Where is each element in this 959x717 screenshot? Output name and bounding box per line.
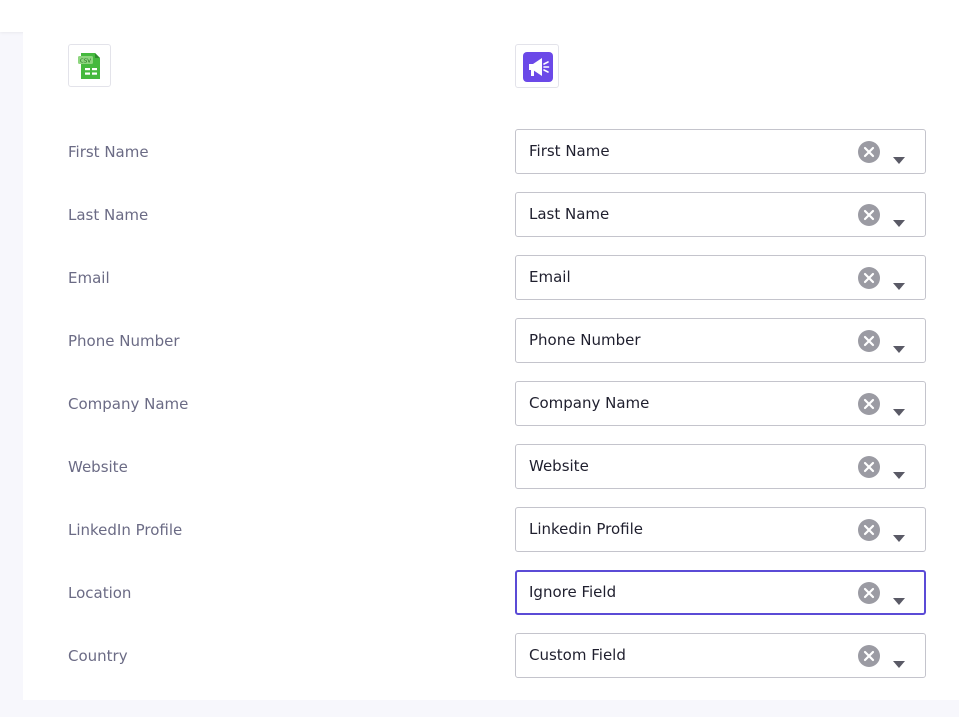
source-field-label: LinkedIn Profile — [68, 521, 183, 539]
chevron-down-icon[interactable] — [893, 653, 905, 668]
clear-icon[interactable] — [858, 519, 880, 541]
mapping-row: Phone Number Phone Number — [0, 318, 959, 364]
select-value: Company Name — [529, 394, 650, 412]
select-value: Last Name — [529, 205, 610, 223]
select-value: Ignore Field — [529, 583, 617, 601]
source-field-label: Location — [68, 584, 132, 602]
mapping-row: Website Website — [0, 444, 959, 490]
chevron-down-icon[interactable] — [893, 590, 905, 605]
select-value: Email — [529, 268, 571, 286]
top-bar — [0, 0, 959, 32]
clear-icon[interactable] — [858, 330, 880, 352]
chevron-down-icon[interactable] — [893, 401, 905, 416]
chevron-down-icon[interactable] — [893, 275, 905, 290]
destination-field-select[interactable]: Phone Number — [515, 318, 926, 363]
chevron-down-icon[interactable] — [893, 149, 905, 164]
chevron-down-icon[interactable] — [893, 338, 905, 353]
clear-icon[interactable] — [858, 456, 880, 478]
clear-icon[interactable] — [858, 393, 880, 415]
source-field-label: Email — [68, 269, 110, 287]
destination-field-select[interactable]: Ignore Field — [515, 570, 926, 615]
select-value: Website — [529, 457, 589, 475]
source-field-label: Country — [68, 647, 128, 665]
mapping-row: Company Name Company Name — [0, 381, 959, 427]
destination-field-select[interactable]: Linkedin Profile — [515, 507, 926, 552]
destination-field-select[interactable]: Email — [515, 255, 926, 300]
source-field-label: Phone Number — [68, 332, 180, 350]
clear-icon[interactable] — [858, 267, 880, 289]
svg-text:CSV: CSV — [80, 59, 91, 65]
chevron-down-icon[interactable] — [893, 527, 905, 542]
select-value: First Name — [529, 142, 610, 160]
clear-icon[interactable] — [858, 204, 880, 226]
mapping-row: First Name First Name — [0, 129, 959, 175]
mapping-row: Last Name Last Name — [0, 192, 959, 238]
source-field-label: Website — [68, 458, 128, 476]
select-value: Phone Number — [529, 331, 641, 349]
destination-field-select[interactable]: Company Name — [515, 381, 926, 426]
source-field-label: Last Name — [68, 206, 149, 224]
chevron-down-icon[interactable] — [893, 464, 905, 479]
destination-field-select[interactable]: First Name — [515, 129, 926, 174]
clear-icon[interactable] — [858, 141, 880, 163]
destination-field-select[interactable]: Last Name — [515, 192, 926, 237]
mapping-row: Email Email — [0, 255, 959, 301]
chevron-down-icon[interactable] — [893, 212, 905, 227]
mapping-row: Location Ignore Field — [0, 570, 959, 616]
mapping-row: Country Custom Field — [0, 633, 959, 679]
clear-icon[interactable] — [858, 582, 880, 604]
source-field-label: Company Name — [68, 395, 189, 413]
megaphone-app-icon — [515, 44, 559, 88]
csv-file-icon: CSV — [68, 44, 111, 87]
destination-field-select[interactable]: Website — [515, 444, 926, 489]
select-value: Custom Field — [529, 646, 626, 664]
clear-icon[interactable] — [858, 645, 880, 667]
destination-field-select[interactable]: Custom Field — [515, 633, 926, 678]
select-value: Linkedin Profile — [529, 520, 644, 538]
mapping-row: LinkedIn Profile Linkedin Profile — [0, 507, 959, 553]
source-field-label: First Name — [68, 143, 149, 161]
